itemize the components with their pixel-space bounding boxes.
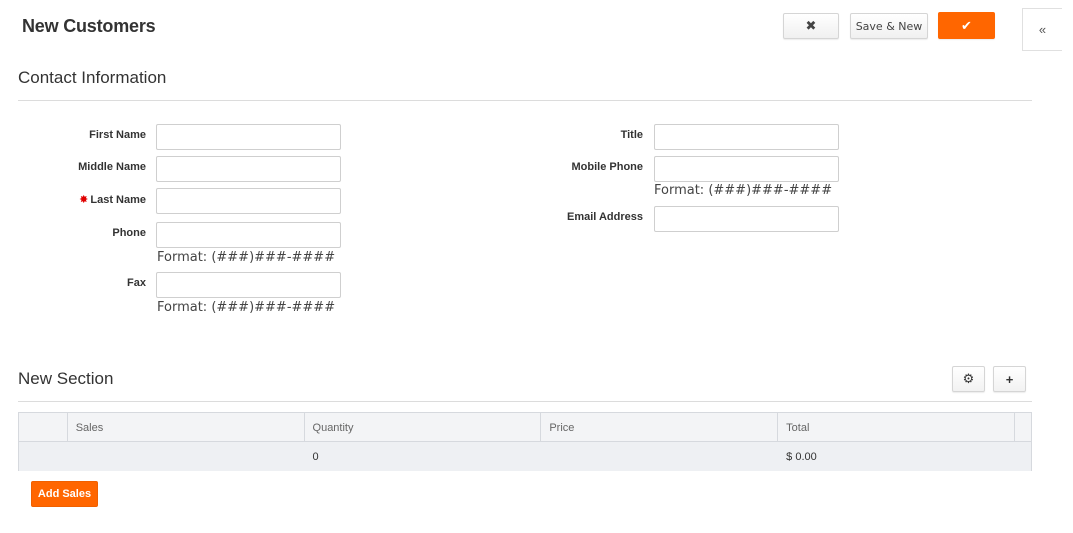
title-label: Title [620, 129, 643, 141]
add-sales-button[interactable]: Add Sales [31, 481, 98, 507]
double-chevron-left-icon: « [1038, 22, 1047, 37]
table-header: Sales Quantity Price Total [19, 413, 1031, 442]
close-icon: ✖ [805, 18, 817, 33]
column-header-quantity[interactable]: Quantity [305, 413, 542, 441]
first-name-label: First Name [89, 129, 146, 141]
sales-cell[interactable] [68, 442, 305, 471]
section-title-new: New Section [18, 369, 114, 388]
middle-name-input[interactable] [156, 156, 341, 182]
last-name-input[interactable] [156, 188, 341, 214]
last-name-label-wrap: ✸ Last Name [40, 193, 146, 206]
add-row-button[interactable]: + [993, 366, 1026, 392]
table-row[interactable]: 0 $ 0.00 [19, 442, 1031, 471]
quantity-cell[interactable]: 0 [305, 442, 542, 471]
last-name-label: Last Name [90, 194, 146, 206]
section-title-contact: Contact Information [18, 68, 167, 87]
middle-name-label: Middle Name [78, 161, 146, 173]
mobile-phone-label: Mobile Phone [571, 161, 644, 173]
fax-label: Fax [127, 277, 146, 289]
phone-label: Phone [112, 227, 146, 239]
collapse-panel-button[interactable]: « [1022, 8, 1062, 51]
gear-icon: ⚙ [962, 371, 975, 386]
phone-format-hint: Format: (###)###-#### [157, 250, 336, 265]
row-spacer [1015, 442, 1031, 471]
fax-input[interactable] [156, 272, 341, 298]
save-button[interactable]: ✔ [938, 12, 995, 39]
settings-button[interactable]: ⚙ [952, 366, 985, 392]
sales-table: Sales Quantity Price Total 0 $ 0.00 [18, 412, 1032, 471]
total-cell: $ 0.00 [786, 451, 817, 463]
checkmark-icon: ✔ [961, 17, 972, 33]
phone-input[interactable] [156, 222, 341, 248]
email-address-input[interactable] [654, 206, 839, 232]
email-address-label: Email Address [566, 211, 643, 223]
mobile-phone-input[interactable] [654, 156, 839, 182]
section-divider [18, 401, 1032, 402]
save-and-new-button[interactable]: Save & New [850, 13, 928, 39]
required-icon: ✸ [79, 194, 89, 206]
column-header-sales[interactable]: Sales [68, 413, 305, 441]
section-divider [18, 100, 1032, 101]
cancel-button[interactable]: ✖ [783, 13, 839, 39]
column-header-spacer [1015, 413, 1031, 441]
first-name-input[interactable] [156, 124, 341, 150]
row-select-cell [19, 442, 68, 471]
page-title: New Customers [22, 16, 156, 36]
plus-icon: + [1005, 371, 1014, 387]
mobile-phone-format-hint: Format: (###)###-#### [654, 183, 833, 198]
price-cell[interactable] [541, 442, 778, 471]
column-header-total[interactable]: Total [778, 413, 1015, 441]
column-header-select [19, 413, 68, 441]
title-input[interactable] [654, 124, 839, 150]
column-header-price[interactable]: Price [541, 413, 779, 441]
fax-format-hint: Format: (###)###-#### [157, 300, 336, 315]
